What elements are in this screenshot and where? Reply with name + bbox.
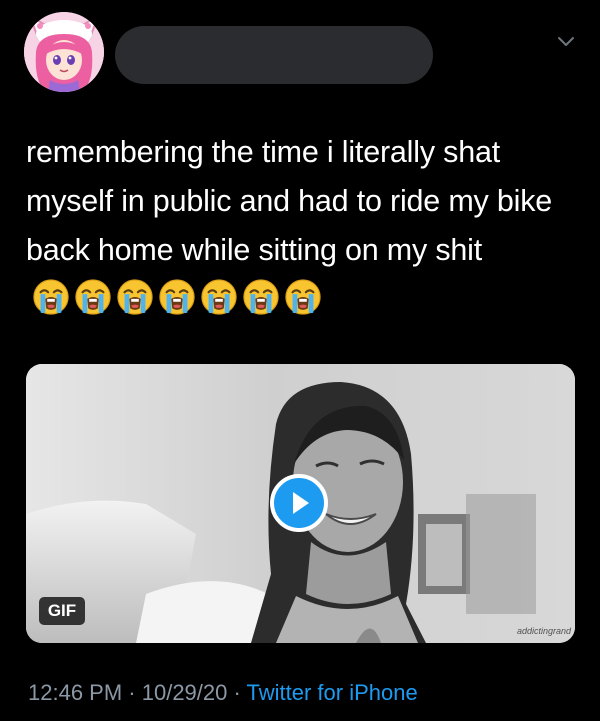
redacted-username — [115, 26, 433, 84]
tweet-source-link[interactable]: Twitter for iPhone — [247, 680, 418, 705]
media-watermark: addictingrand — [516, 626, 571, 636]
avatar[interactable] — [24, 12, 104, 92]
loudly-crying-face-icon — [75, 279, 111, 315]
loudly-crying-face-icon — [33, 279, 69, 315]
tweet-text: remembering the time i literally shat my… — [26, 135, 553, 267]
loudly-crying-face-icon — [201, 279, 237, 315]
tweet-body: remembering the time i literally shat my… — [26, 128, 574, 324]
tweet-date[interactable]: 10/29/20 — [142, 680, 228, 705]
gif-badge: GIF — [39, 597, 85, 625]
gif-media[interactable]: GIF addictingrand — [26, 364, 575, 643]
meta-separator: · — [122, 680, 142, 705]
loudly-crying-face-icon — [285, 279, 321, 315]
loudly-crying-face-icon — [243, 279, 279, 315]
loudly-crying-face-icon — [159, 279, 195, 315]
emoji-row — [32, 278, 322, 316]
meta-separator: · — [227, 680, 247, 705]
avatar-illustration — [24, 12, 104, 92]
loudly-crying-face-icon — [117, 279, 153, 315]
tweet-header — [0, 0, 600, 110]
play-button[interactable] — [270, 474, 328, 532]
play-icon — [293, 492, 309, 514]
chevron-down-icon[interactable] — [555, 30, 577, 52]
tweet-meta: 12:46 PM · 10/29/20 · Twitter for iPhone — [28, 678, 418, 708]
tweet-time[interactable]: 12:46 PM — [28, 680, 122, 705]
